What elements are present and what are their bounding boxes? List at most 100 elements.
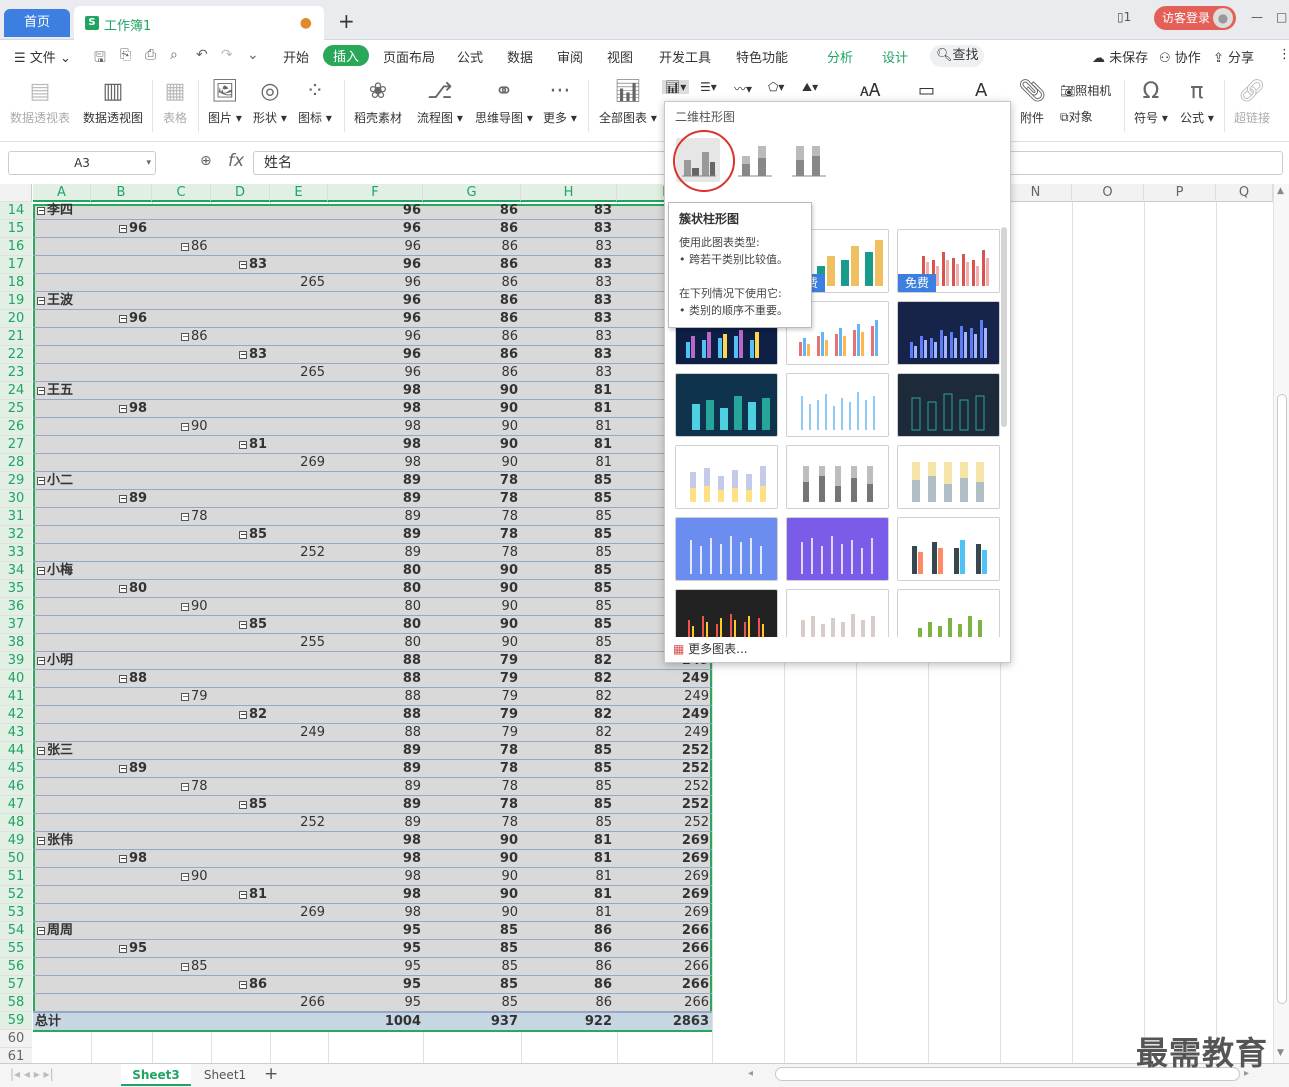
collapse-icon[interactable]: − xyxy=(181,963,189,971)
header-footer-icon[interactable]: ▭ xyxy=(918,80,935,101)
pivot-row[interactable]: −85 89 78 85 252 xyxy=(33,796,712,814)
pivot-row[interactable]: 252 89 78 85 252 xyxy=(33,814,712,832)
chart-template-8[interactable] xyxy=(786,373,889,437)
collapse-icon[interactable]: − xyxy=(119,765,127,773)
pivot-row[interactable]: −86 95 85 86 266 xyxy=(33,976,712,994)
row-header[interactable]: 30 xyxy=(0,490,32,508)
chart-template-9[interactable] xyxy=(897,373,1000,437)
row-header[interactable]: 34 xyxy=(0,562,32,580)
row-header[interactable]: 19 xyxy=(0,292,32,310)
pivot-row[interactable]: −82 88 79 82 249 xyxy=(33,706,712,724)
flowchart-button[interactable]: ⎇ 流程图 ▾ xyxy=(417,78,463,126)
chart-template-15[interactable] xyxy=(897,517,1000,581)
clustered-column-option[interactable] xyxy=(673,130,735,192)
pivot-row[interactable]: −88 88 79 82 249 xyxy=(33,670,712,688)
chart-template-3[interactable]: 免费 xyxy=(897,229,1000,293)
attachment-button[interactable]: 📎︎ 附件 xyxy=(1018,78,1046,126)
row-header[interactable]: 27 xyxy=(0,436,32,454)
pivot-row[interactable]: −86 96 86 83 xyxy=(33,238,712,256)
object-button[interactable]: ⧉对象 xyxy=(1060,108,1093,125)
row-header[interactable]: 20 xyxy=(0,310,32,328)
menu-features[interactable]: 特色功能 xyxy=(736,47,788,66)
pivot-row[interactable]: −85 95 85 86 266 xyxy=(33,958,712,976)
material-button[interactable]: ❀ 稻壳素材 xyxy=(354,78,402,126)
collapse-icon[interactable]: − xyxy=(119,495,127,503)
pivot-row[interactable]: − 小二 89 78 85 xyxy=(33,472,712,490)
bar-chart-dropdown[interactable]: ☰▾ xyxy=(700,80,717,94)
export-icon[interactable]: ⎘ xyxy=(120,47,131,63)
row-header[interactable]: 26 xyxy=(0,418,32,436)
row-header[interactable]: 16 xyxy=(0,238,32,256)
row-header[interactable]: 23 xyxy=(0,364,32,382)
pivot-row[interactable]: −95 95 85 86 266 xyxy=(33,940,712,958)
vertical-scroll-thumb[interactable] xyxy=(1277,394,1287,1004)
maximize-icon[interactable]: □ xyxy=(1276,10,1287,24)
menu-formula[interactable]: 公式 xyxy=(457,47,483,66)
row-header[interactable]: 22 xyxy=(0,346,32,364)
pivot-row[interactable]: −83 96 86 83 xyxy=(33,256,712,274)
sheet-tab-sheet3[interactable]: Sheet3 xyxy=(121,1064,191,1086)
collapse-icon[interactable]: − xyxy=(181,873,189,881)
login-button[interactable]: 访客登录 ● xyxy=(1154,6,1236,30)
collapse-icon[interactable]: − xyxy=(181,603,189,611)
chart-template-7[interactable] xyxy=(675,373,778,437)
search-button[interactable]: 🔍︎查找 xyxy=(930,45,984,67)
line-chart-dropdown[interactable]: 〰▾ xyxy=(734,80,752,97)
hyperlink-button[interactable]: 🔗︎ 超链接 xyxy=(1234,78,1270,126)
collapse-icon[interactable]: − xyxy=(239,441,247,449)
undo-icon[interactable]: ↶ xyxy=(196,47,208,63)
row-header[interactable]: 39 xyxy=(0,652,32,670)
zoom-icon[interactable]: ⊕ xyxy=(200,153,212,169)
chart-template-6[interactable] xyxy=(897,301,1000,365)
more-button[interactable]: ··· 更多 ▾ xyxy=(543,78,577,126)
home-tab[interactable]: 首页 xyxy=(4,9,70,37)
chart-template-13[interactable] xyxy=(675,517,778,581)
chart-template-18[interactable] xyxy=(897,589,1000,637)
collapse-icon[interactable]: − xyxy=(181,513,189,521)
row-header[interactable]: 55 xyxy=(0,940,32,958)
pivot-row[interactable]: 269 98 90 81 269 xyxy=(33,904,712,922)
pivot-row[interactable]: −85 80 90 85 xyxy=(33,616,712,634)
row-header[interactable]: 31 xyxy=(0,508,32,526)
menu-data[interactable]: 数据 xyxy=(507,47,533,66)
percent-stacked-column-option[interactable] xyxy=(786,138,830,182)
row-header[interactable]: 45 xyxy=(0,760,32,778)
column-header-c[interactable]: C xyxy=(152,184,211,202)
minimize-icon[interactable]: — xyxy=(1251,10,1263,24)
vertical-scrollbar[interactable]: ▲ ▼ xyxy=(1273,184,1289,1064)
row-header[interactable]: 50 xyxy=(0,850,32,868)
column-header-e[interactable]: E xyxy=(270,184,328,202)
collapse-icon[interactable]: − xyxy=(181,333,189,341)
row-header[interactable]: 59 xyxy=(0,1012,32,1030)
column-header-g[interactable]: G xyxy=(423,184,521,202)
collapse-icon[interactable]: − xyxy=(119,405,127,413)
sheet-tab-sheet1[interactable]: Sheet1 xyxy=(193,1064,257,1086)
pivot-row[interactable]: −90 98 90 81 269 xyxy=(33,868,712,886)
pivot-row[interactable]: −83 96 86 83 xyxy=(33,346,712,364)
row-header[interactable]: 24 xyxy=(0,382,32,400)
pivot-row[interactable]: −81 98 90 81 xyxy=(33,436,712,454)
pivot-row[interactable]: −98 98 90 81 xyxy=(33,400,712,418)
row-header[interactable]: 21 xyxy=(0,328,32,346)
pie-chart-dropdown[interactable]: ⬠▾ xyxy=(768,80,784,94)
pivot-row[interactable]: − 李四 96 86 83 xyxy=(33,202,712,220)
menu-page-layout[interactable]: 页面布局 xyxy=(383,47,435,66)
camera-button[interactable]: 📷︎照相机 xyxy=(1060,82,1111,99)
collapse-icon[interactable]: − xyxy=(239,981,247,989)
row-header[interactable]: 28 xyxy=(0,454,32,472)
pivot-table-button[interactable]: ▤ 数据透视表 xyxy=(10,78,70,126)
column-chart-dropdown[interactable]: 📊︎▾ xyxy=(662,80,690,94)
collapse-icon[interactable]: − xyxy=(119,945,127,953)
pivot-row[interactable]: − 王五 98 90 81 xyxy=(33,382,712,400)
row-header[interactable]: 43 xyxy=(0,724,32,742)
row-header[interactable]: 35 xyxy=(0,580,32,598)
row-header[interactable]: 44 xyxy=(0,742,32,760)
row-header[interactable]: 29 xyxy=(0,472,32,490)
wordart-icon[interactable]: A xyxy=(975,80,987,101)
add-sheet-icon[interactable]: + xyxy=(264,1064,278,1084)
pivot-row[interactable]: −89 89 78 85 xyxy=(33,490,712,508)
row-header[interactable]: 53 xyxy=(0,904,32,922)
collapse-icon[interactable]: − xyxy=(37,927,45,935)
symbol-button[interactable]: Ω 符号 ▾ xyxy=(1134,78,1168,126)
pivot-row[interactable]: − 周周 95 85 86 266 xyxy=(33,922,712,940)
